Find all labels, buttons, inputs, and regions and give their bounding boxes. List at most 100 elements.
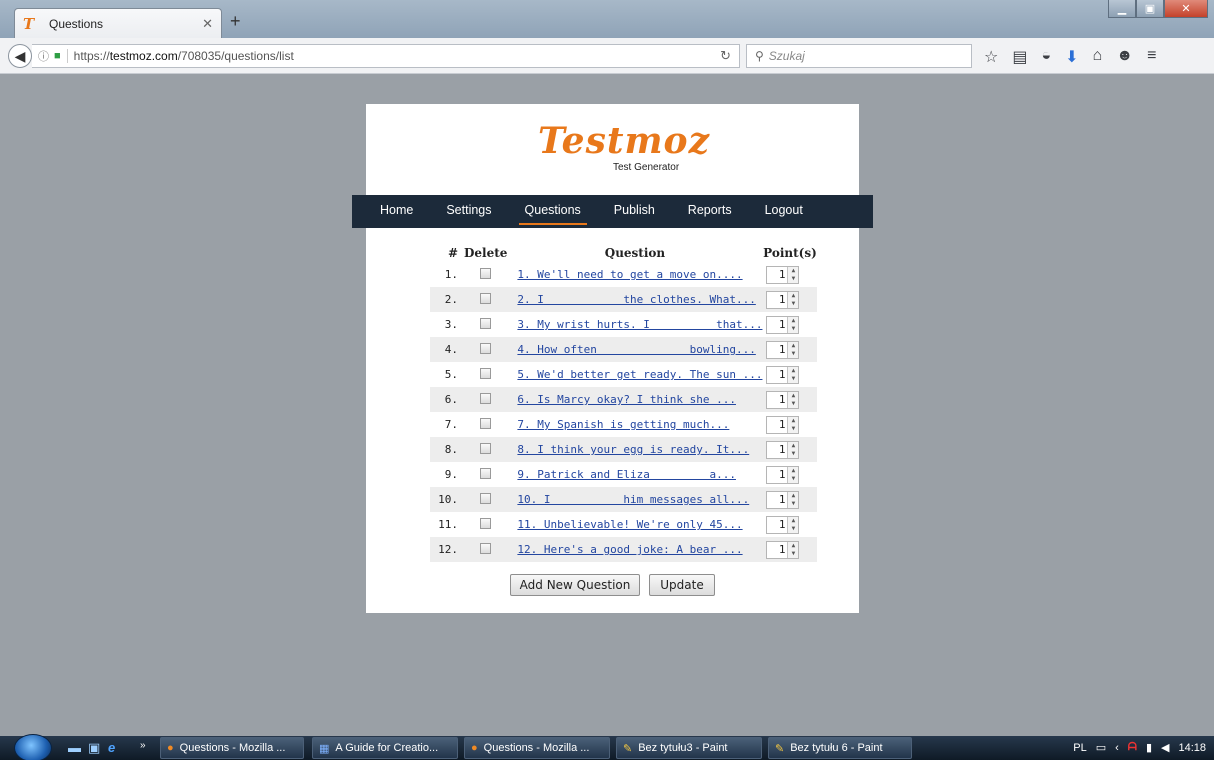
task-paint-2[interactable]: ✎ Bez tytułu 6 - Paint <box>768 737 912 759</box>
show-desktop-icon[interactable]: ▬ <box>68 740 81 755</box>
question-link[interactable]: 2. I the clothes. What... <box>517 293 755 306</box>
stepper-up-icon[interactable]: ▲ <box>788 542 798 550</box>
stepper-down-icon[interactable]: ▼ <box>788 350 798 358</box>
stepper-up-icon[interactable]: ▲ <box>788 442 798 450</box>
stepper-down-icon[interactable]: ▼ <box>788 325 798 333</box>
task-firefox-1[interactable]: ● Questions - Mozilla ... <box>160 737 304 759</box>
question-link[interactable]: 9. Patrick and Eliza a... <box>517 468 736 481</box>
delete-checkbox[interactable] <box>480 542 492 554</box>
maximize-icon[interactable]: ▣ <box>1136 0 1164 18</box>
points-stepper[interactable]: 1 ▲ ▼ <box>766 265 800 284</box>
stepper-up-icon[interactable]: ▲ <box>788 492 798 500</box>
antivirus-icon[interactable]: ᗩ <box>1128 741 1137 754</box>
new-tab-icon[interactable]: + <box>230 12 241 30</box>
url-bar[interactable]: ⓘ ■ https://testmoz.com/708035/questions… <box>32 44 740 68</box>
download-icon[interactable]: ⬇ <box>1065 47 1078 67</box>
points-stepper[interactable]: 1 ▲ ▼ <box>766 390 800 409</box>
tray-expand-icon[interactable]: ‹ <box>1115 742 1119 754</box>
stepper-up-icon[interactable]: ▲ <box>788 267 798 275</box>
delete-checkbox[interactable] <box>480 467 492 479</box>
delete-checkbox[interactable] <box>480 417 492 429</box>
menu-questions[interactable]: Questions <box>518 203 588 225</box>
points-stepper[interactable]: 1 ▲ ▼ <box>766 490 800 509</box>
question-link[interactable]: 1. We'll need to get a move on.... <box>517 268 742 281</box>
stepper-down-icon[interactable]: ▼ <box>788 400 798 408</box>
points-stepper[interactable]: 1 ▲ ▼ <box>766 540 800 559</box>
points-stepper[interactable]: 1 ▲ ▼ <box>766 440 800 459</box>
points-stepper[interactable]: 1 ▲ ▼ <box>766 340 800 359</box>
stepper-down-icon[interactable]: ▼ <box>788 300 798 308</box>
stepper-up-icon[interactable]: ▲ <box>788 467 798 475</box>
testmoz-logo[interactable]: Testmoz <box>538 120 710 162</box>
internet-explorer-icon[interactable]: e <box>108 740 115 755</box>
menu-reports[interactable]: Reports <box>688 203 732 220</box>
points-stepper[interactable]: 1 ▲ ▼ <box>766 415 800 434</box>
chat-icon[interactable]: ☻ <box>1116 47 1133 67</box>
question-link[interactable]: 10. I him messages all... <box>517 493 749 506</box>
home-icon[interactable]: ⌂ <box>1093 47 1103 67</box>
points-stepper[interactable]: 1 ▲ ▼ <box>766 465 800 484</box>
stepper-up-icon[interactable]: ▲ <box>788 417 798 425</box>
keyboard-icon[interactable]: ▭ <box>1096 741 1106 754</box>
question-link[interactable]: 4. How often bowling... <box>517 343 755 356</box>
bookmark-star-icon[interactable]: ☆ <box>984 47 998 67</box>
reload-icon[interactable]: ↻ <box>720 48 731 64</box>
clock[interactable]: 14:18 <box>1178 742 1206 754</box>
task-firefox-2[interactable]: ● Questions - Mozilla ... <box>464 737 610 759</box>
volume-icon[interactable]: ◀ <box>1161 741 1169 754</box>
language-indicator[interactable]: PL <box>1073 742 1086 754</box>
delete-checkbox[interactable] <box>480 317 492 329</box>
search-input[interactable]: ⚲ Szukaj <box>746 44 972 68</box>
delete-checkbox[interactable] <box>480 342 492 354</box>
start-button[interactable] <box>14 734 52 760</box>
stepper-up-icon[interactable]: ▲ <box>788 517 798 525</box>
network-icon[interactable]: ▮ <box>1146 741 1152 754</box>
hamburger-menu-icon[interactable]: ≡ <box>1147 47 1156 67</box>
question-link[interactable]: 7. My Spanish is getting much... <box>517 418 729 431</box>
question-link[interactable]: 6. Is Marcy okay? I think she ... <box>517 393 736 406</box>
menu-logout[interactable]: Logout <box>765 203 803 220</box>
pocket-icon[interactable]: ◒ <box>1041 47 1051 67</box>
update-button[interactable]: Update <box>649 574 715 596</box>
delete-checkbox[interactable] <box>480 367 492 379</box>
task-paint-1[interactable]: ✎ Bez tytułu3 - Paint <box>616 737 762 759</box>
delete-checkbox[interactable] <box>480 442 492 454</box>
delete-checkbox[interactable] <box>480 292 492 304</box>
stepper-down-icon[interactable]: ▼ <box>788 375 798 383</box>
question-link[interactable]: 3. My wrist hurts. I that... <box>517 318 762 331</box>
stepper-down-icon[interactable]: ▼ <box>788 475 798 483</box>
points-stepper[interactable]: 1 ▲ ▼ <box>766 315 800 334</box>
stepper-up-icon[interactable]: ▲ <box>788 367 798 375</box>
stepper-up-icon[interactable]: ▲ <box>788 317 798 325</box>
points-stepper[interactable]: 1 ▲ ▼ <box>766 515 800 534</box>
stepper-down-icon[interactable]: ▼ <box>788 450 798 458</box>
quicklaunch-more-icon[interactable]: » <box>140 740 146 751</box>
stepper-down-icon[interactable]: ▼ <box>788 550 798 558</box>
question-link[interactable]: 8. I think your egg is ready. It... <box>517 443 749 456</box>
back-arrow-icon[interactable]: ◀ <box>8 44 32 68</box>
add-new-question-button[interactable]: Add New Question <box>510 574 640 596</box>
delete-checkbox[interactable] <box>480 492 492 504</box>
browser-tab[interactable]: T Questions ✕ <box>14 8 222 38</box>
delete-checkbox[interactable] <box>480 517 492 529</box>
tab-close-icon[interactable]: ✕ <box>202 16 213 32</box>
menu-publish[interactable]: Publish <box>614 203 655 220</box>
stepper-down-icon[interactable]: ▼ <box>788 525 798 533</box>
close-window-icon[interactable]: ✕ <box>1164 0 1208 18</box>
stepper-up-icon[interactable]: ▲ <box>788 392 798 400</box>
info-icon[interactable]: ⓘ <box>38 48 49 64</box>
stepper-up-icon[interactable]: ▲ <box>788 292 798 300</box>
reading-list-icon[interactable]: ▤ <box>1012 47 1027 67</box>
menu-home[interactable]: Home <box>380 203 413 220</box>
stepper-up-icon[interactable]: ▲ <box>788 342 798 350</box>
delete-checkbox[interactable] <box>480 267 492 279</box>
task-word[interactable]: ▦ A Guide for Creatio... <box>312 737 458 759</box>
menu-settings[interactable]: Settings <box>446 203 491 220</box>
stepper-down-icon[interactable]: ▼ <box>788 275 798 283</box>
points-stepper[interactable]: 1 ▲ ▼ <box>766 365 800 384</box>
stepper-down-icon[interactable]: ▼ <box>788 500 798 508</box>
minimize-icon[interactable]: ▁ <box>1108 0 1136 18</box>
question-link[interactable]: 11. Unbelievable! We're only 45... <box>517 518 742 531</box>
delete-checkbox[interactable] <box>480 392 492 404</box>
points-stepper[interactable]: 1 ▲ ▼ <box>766 290 800 309</box>
